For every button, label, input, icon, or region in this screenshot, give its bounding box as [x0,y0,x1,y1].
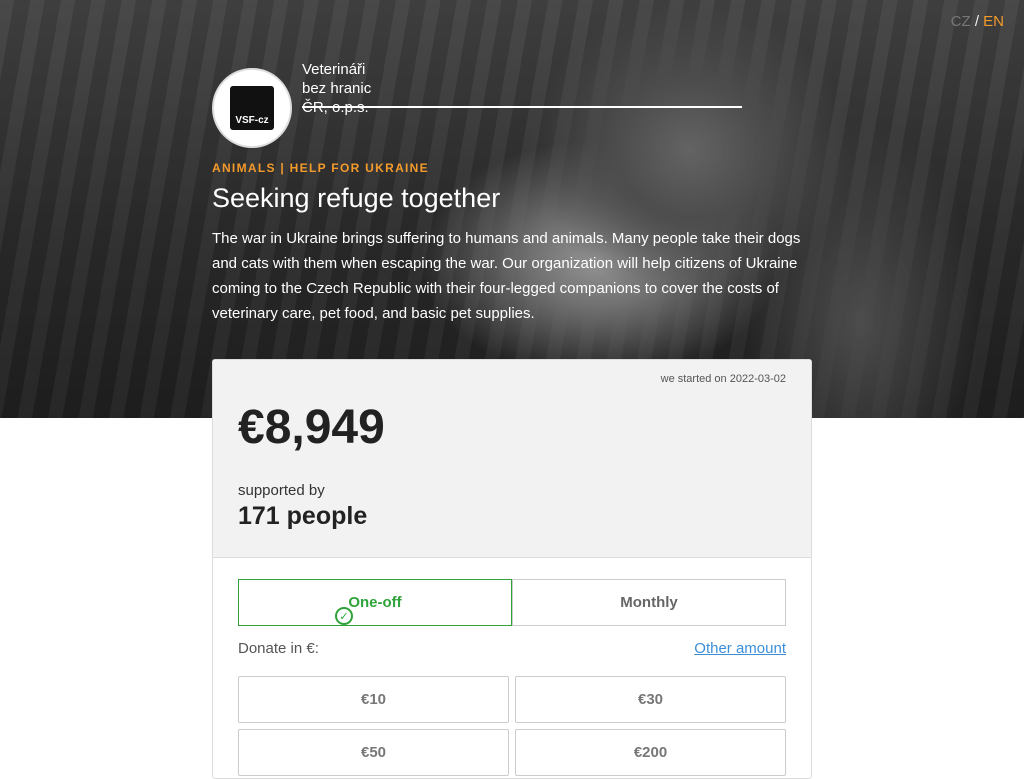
org-name[interactable]: Veterináři bez hranic ČR, o.p.s. [302,60,382,117]
other-amount-link[interactable]: Other amount [694,640,786,657]
campaign-description: The war in Ukraine brings suffering to h… [212,230,801,322]
stats-panel: we started on 2022-03-02 €8,949 supporte… [213,360,811,558]
one-off-button[interactable]: One-off ✓ [238,579,512,626]
monthly-label: Monthly [620,594,678,611]
amount-200-button[interactable]: €200 [515,729,786,776]
header-divider [302,106,742,108]
logo-text: VSF-cz [235,115,269,126]
amount-10-button[interactable]: €10 [238,676,509,723]
org-logo[interactable]: VSF-cz [212,68,292,148]
logo-icon: VSF-cz [230,86,274,130]
amount-options: €10 €30 €50 €200 [238,676,786,776]
one-off-label: One-off [348,594,402,611]
hero-banner [0,0,1024,418]
donate-currency-label: Donate in €: [238,640,319,657]
start-date: we started on 2022-03-02 [660,373,786,385]
campaign-category: ANIMALS | HELP FOR UKRAINE [212,161,429,175]
lang-cz-link[interactable]: CZ [951,13,971,30]
supported-label: supported by [238,482,325,499]
monthly-button[interactable]: Monthly [512,579,786,626]
frequency-toggle: One-off ✓ Monthly [238,579,786,626]
lang-separator: / [974,13,979,30]
check-circle-icon: ✓ [335,607,353,625]
supporters-count: 171 people [238,502,368,530]
lang-en-link[interactable]: EN [983,13,1004,30]
amount-30-button[interactable]: €30 [515,676,786,723]
raised-amount: €8,949 [238,401,385,454]
page-title: Seeking refuge together [212,183,501,213]
language-switcher: CZ / EN [951,13,1004,30]
amount-50-button[interactable]: €50 [238,729,509,776]
donation-card: we started on 2022-03-02 €8,949 supporte… [212,359,812,779]
